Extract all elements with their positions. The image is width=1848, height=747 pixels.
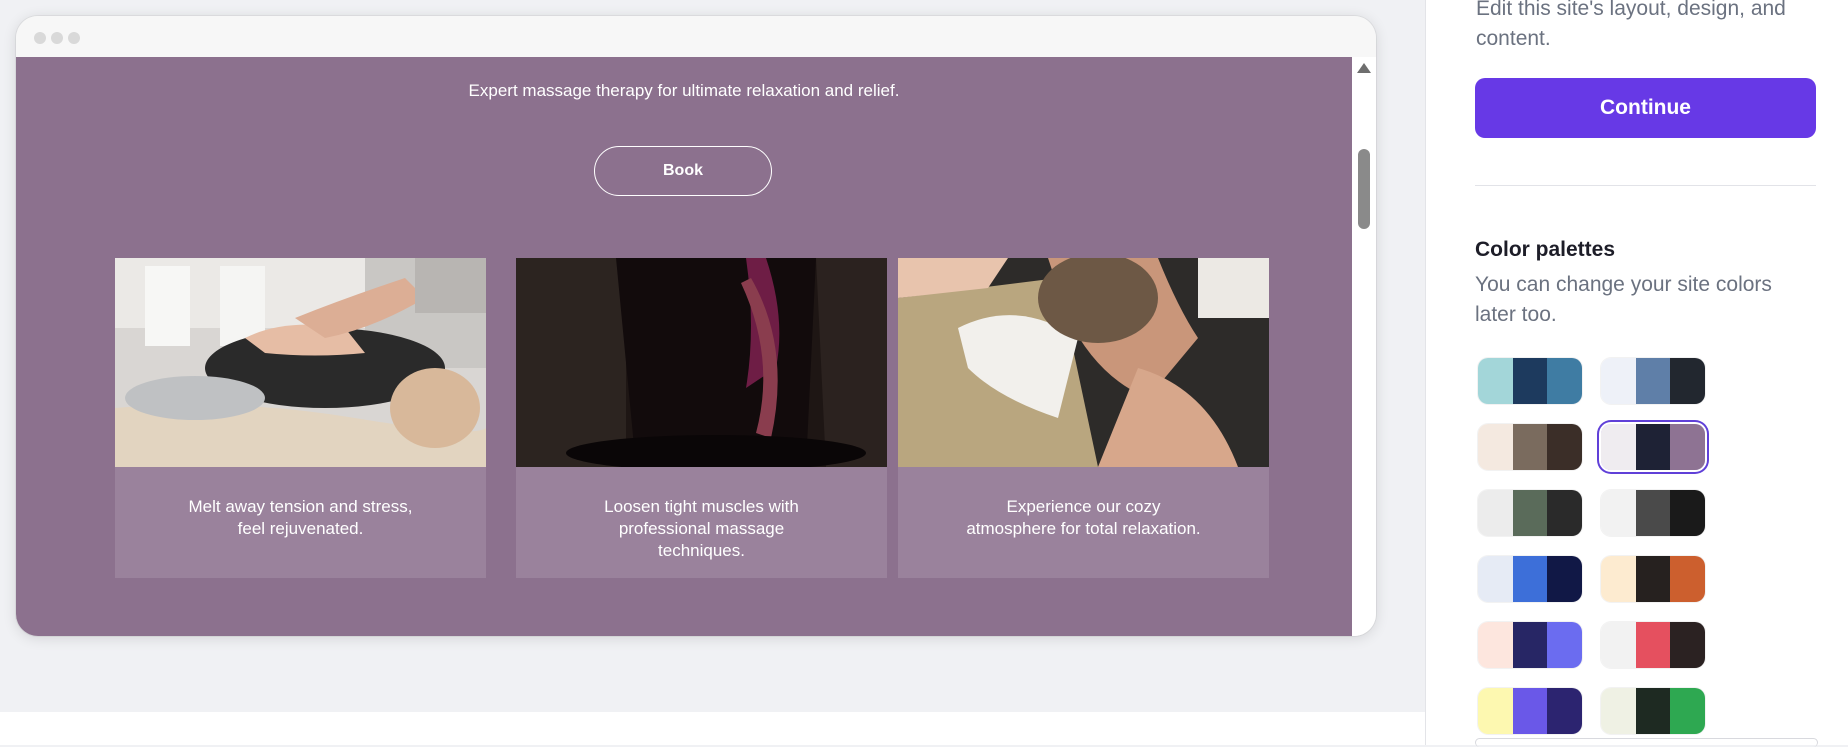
site-preview: Expert massage therapy for ultimate rela… [16,57,1352,636]
palette-color-chip [1601,424,1636,470]
card-caption: Melt away tension and stress, feel rejuv… [135,496,466,540]
color-palette-swatch[interactable] [1478,358,1582,404]
page-footer-band [0,712,1425,745]
caption-line: feel rejuvenated. [237,519,364,538]
divider [1475,185,1816,186]
next-section-edge [1475,738,1818,747]
caption-line: professional massage [618,519,785,538]
palette-color-chip [1601,490,1636,536]
dark-massage-photo [516,258,887,467]
continue-button[interactable]: Continue [1475,78,1816,138]
settings-panel: Edit this site's layout, design, and con… [1425,0,1848,747]
caption-line: techniques. [658,541,745,560]
palette-color-chip [1601,556,1636,602]
color-palette-swatch[interactable] [1601,688,1705,734]
palette-color-chip [1635,622,1671,668]
hero-subtitle: Expert massage therapy for ultimate rela… [468,81,900,100]
palette-color-chip [1478,490,1513,536]
palette-color-chip [1670,358,1705,404]
scroll-up-arrow-icon[interactable] [1357,63,1371,73]
card-caption: Experience our cozy atmosphere for total… [918,496,1249,540]
caption-line: Experience our cozy [1006,497,1161,516]
palettes-heading: Color palettes [1475,238,1616,261]
color-palette-swatch[interactable] [1478,424,1582,470]
caption-line: Melt away tension and stress, [188,497,413,516]
palette-color-chip [1601,622,1636,668]
color-palette-swatch[interactable] [1601,622,1705,668]
book-button[interactable]: Book [594,146,772,196]
card-caption: Loosen tight muscles with professional m… [536,496,867,562]
scroll-thumb[interactable] [1358,149,1370,229]
window-dot-icon [51,32,63,44]
palette-color-chip [1512,424,1548,470]
color-palette-swatch[interactable] [1601,358,1705,404]
service-card: Experience our cozy atmosphere for total… [898,258,1269,578]
palette-color-chip [1670,688,1705,734]
window-dot-icon [34,32,46,44]
palette-color-chip [1478,358,1513,404]
palettes-subtitle: You can change your site colors later to… [1475,273,1772,326]
color-palette-swatch[interactable] [1478,556,1582,602]
palette-color-chip [1635,688,1671,734]
neck-massage-photo [898,258,1269,467]
window-dot-icon [68,32,80,44]
color-palette-swatch[interactable] [1478,688,1582,734]
palette-color-chip [1478,688,1513,734]
child-back-massage-photo [115,258,486,467]
palette-color-chip [1601,688,1636,734]
palette-color-chip [1512,358,1548,404]
color-palette-swatch[interactable] [1478,490,1582,536]
palette-color-chip [1547,358,1582,404]
color-palette-swatch[interactable] [1478,622,1582,668]
palette-color-chip [1547,424,1582,470]
palette-color-chip [1512,688,1548,734]
palette-color-chip [1601,358,1636,404]
palette-color-chip [1635,358,1671,404]
palette-color-chip [1547,622,1582,668]
color-palette-swatch[interactable] [1601,490,1705,536]
palette-color-chip [1670,556,1705,602]
color-palette-swatch[interactable] [1601,556,1705,602]
palette-color-chip [1512,622,1548,668]
service-card: Loosen tight muscles with professional m… [516,258,887,578]
caption-line: Loosen tight muscles with [604,497,799,516]
browser-preview-frame: Expert massage therapy for ultimate rela… [16,16,1376,636]
palette-color-chip [1512,556,1548,602]
palette-color-chip [1547,688,1582,734]
palette-color-chip [1547,490,1582,536]
palette-color-chip [1512,490,1548,536]
service-card: Melt away tension and stress, feel rejuv… [115,258,486,578]
palette-color-chip [1635,490,1671,536]
palette-color-chip [1478,424,1513,470]
palette-color-chip [1635,556,1671,602]
palette-color-chip [1547,556,1582,602]
palette-color-chip [1478,622,1513,668]
palette-color-chip [1635,424,1671,470]
preview-scrollbar[interactable] [1352,57,1376,636]
palette-color-chip [1670,490,1705,536]
browser-toolbar [16,16,1376,57]
palette-color-chip [1670,622,1705,668]
palette-color-chip [1670,424,1705,470]
palette-color-chip [1478,556,1513,602]
caption-line: atmosphere for total relaxation. [966,519,1201,538]
color-palette-swatch[interactable] [1601,424,1705,470]
panel-description: Edit this site's layout, design, and con… [1476,0,1786,50]
